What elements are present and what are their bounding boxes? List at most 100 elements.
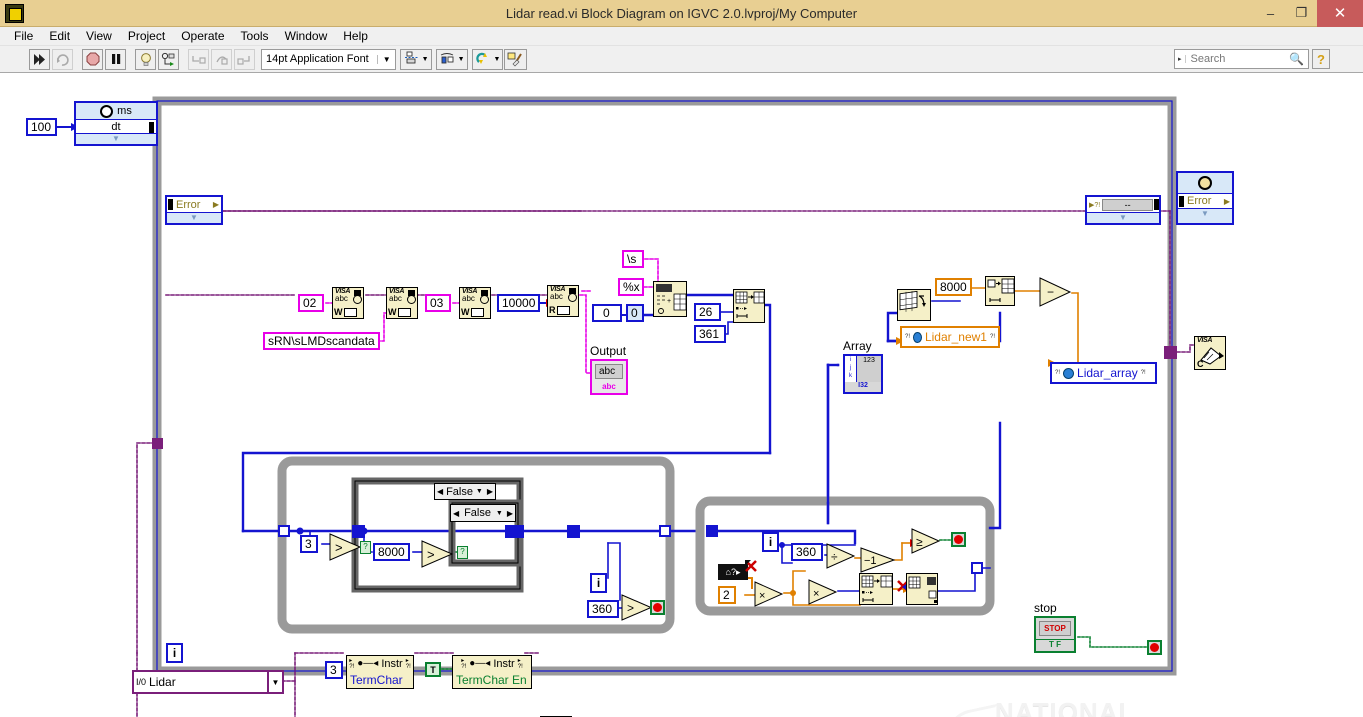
compare-constant-3[interactable]: 3: [300, 535, 318, 553]
visa-write-icon-3[interactable]: VISA abc W: [459, 287, 491, 319]
font-select[interactable]: 14pt Application Font ▼: [261, 48, 396, 70]
termchar-enable-constant[interactable]: T: [425, 662, 441, 677]
case-tunnel-4[interactable]: [511, 525, 524, 538]
loop2-stop-terminal[interactable]: [951, 532, 966, 547]
expand-chevron-icon[interactable]: ▼: [167, 213, 221, 222]
case-next-arrow-icon[interactable]: ▶: [505, 509, 515, 518]
loop2-multiply-constant[interactable]: 2: [718, 586, 736, 604]
case-tunnel-3[interactable]: [567, 525, 580, 538]
termchar-constant[interactable]: 3: [325, 661, 343, 679]
reorder-icon[interactable]: ▼: [471, 48, 504, 70]
loop2-divide-constant[interactable]: 360: [791, 543, 823, 561]
abort-execution-icon[interactable]: [82, 48, 103, 70]
visa-resource-control[interactable]: I/0 Lidar ▼: [132, 670, 284, 694]
step-over-icon[interactable]: [211, 48, 232, 70]
menu-item-view[interactable]: View: [78, 28, 120, 44]
menu-item-tools[interactable]: Tools: [233, 28, 277, 44]
expand-chevron-icon[interactable]: ▼: [1178, 209, 1232, 218]
replace-array-subset-node[interactable]: [906, 573, 938, 605]
stop-bool-type: T F: [1036, 639, 1074, 649]
period-constant[interactable]: 100: [26, 118, 57, 136]
run-continuously-icon[interactable]: [52, 48, 73, 70]
case-dropdown-icon[interactable]: ▼: [474, 488, 485, 495]
dt-label: dt: [111, 120, 121, 133]
stop-button-face[interactable]: STOP: [1039, 621, 1071, 636]
loop1-limit-constant[interactable]: 360: [587, 600, 619, 618]
retain-wire-values-icon[interactable]: [158, 48, 179, 70]
loop2-tunnel-right[interactable]: [971, 562, 983, 574]
case-selector-inner[interactable]: ◀ False ▼ ▶: [450, 504, 516, 522]
clean-up-diagram-icon[interactable]: [504, 48, 528, 70]
case-selector-terminal-1[interactable]: ?: [360, 541, 371, 554]
block-diagram-canvas[interactable]: 100 ms dt ▼ Error ▶ ▼ ▶?! -- ▼ Error ▶ ▼…: [0, 73, 1363, 717]
command-constant-02[interactable]: 02: [298, 294, 324, 312]
context-help-icon[interactable]: ?: [1312, 49, 1330, 69]
initialize-array-node[interactable]: [985, 276, 1015, 306]
stop-button-control[interactable]: STOP T F: [1034, 616, 1076, 653]
read-byte-count[interactable]: 10000: [497, 294, 541, 312]
property-node-termchar-en[interactable]: ▸?! ●—◂ Instr ▸?! TermChar En: [452, 655, 532, 689]
command-constant-03[interactable]: 03: [425, 294, 451, 312]
main-loop-stop-terminal[interactable]: [1147, 640, 1162, 655]
menu-item-edit[interactable]: Edit: [41, 28, 78, 44]
scan-command-string[interactable]: sRN\sLMDscandata: [263, 332, 380, 350]
loop1-tunnel-right[interactable]: [659, 525, 671, 537]
search-icon[interactable]: 🔍: [1289, 52, 1308, 66]
align-objects-icon[interactable]: ▼: [399, 48, 432, 70]
case-next-arrow-icon[interactable]: ▶: [485, 487, 495, 496]
scale-constant-8000[interactable]: 8000: [935, 278, 972, 296]
menu-item-help[interactable]: Help: [335, 28, 376, 44]
restore-button[interactable]: ❐: [1286, 0, 1317, 27]
minimize-button[interactable]: –: [1255, 0, 1286, 27]
sv-pq-icon: ?!: [1140, 370, 1146, 376]
menu-item-project[interactable]: Project: [120, 28, 173, 44]
subset-offset-constant[interactable]: 26: [694, 303, 721, 321]
array-indicator[interactable]: i j k 123 I32: [843, 354, 883, 394]
step-out-icon[interactable]: [234, 48, 255, 70]
chevron-down-icon[interactable]: ▼: [267, 672, 282, 692]
expand-chevron-icon[interactable]: ▼: [76, 134, 156, 143]
index-constant-b[interactable]: 0: [626, 304, 644, 322]
property-node-termchar[interactable]: ▸?! ●—◂ Instr ▸?! TermChar: [346, 655, 414, 689]
menu-item-window[interactable]: Window: [277, 28, 336, 44]
timed-loop-right-node[interactable]: ▶?! -- ▼: [1085, 195, 1161, 225]
loop1-stop-terminal[interactable]: [650, 600, 665, 615]
timed-loop-config-node[interactable]: ms dt ▼: [74, 101, 158, 146]
search-input[interactable]: ▸ Search 🔍: [1174, 49, 1309, 69]
output-indicator[interactable]: abc abc: [590, 359, 628, 395]
error-out-node[interactable]: Error ▶ ▼: [1176, 171, 1234, 225]
spreadsheet-string-to-array-node[interactable]: +: [653, 281, 687, 317]
case-tunnel-1[interactable]: [352, 525, 365, 538]
run-arrow-icon[interactable]: [29, 48, 50, 70]
array-size-node[interactable]: [897, 289, 931, 321]
loop1-tunnel-left[interactable]: [278, 525, 290, 537]
case-selector-terminal-2[interactable]: ?: [457, 546, 468, 559]
visa-write-icon-1[interactable]: VISA abc W: [332, 287, 364, 319]
expand-chevron-icon[interactable]: ▼: [1087, 213, 1159, 222]
shared-variable-lidar-new1[interactable]: ?! Lidar_new1 ?!: [900, 326, 1000, 348]
pause-icon[interactable]: [105, 48, 126, 70]
distribute-objects-icon[interactable]: ▼: [435, 48, 468, 70]
highlight-execution-icon[interactable]: [135, 48, 156, 70]
case-dropdown-icon[interactable]: ▼: [494, 510, 505, 517]
inner-constant-8000[interactable]: 8000: [373, 543, 410, 561]
subset-length-constant[interactable]: 361: [694, 325, 726, 343]
close-button[interactable]: ✕: [1317, 0, 1363, 27]
visa-resource-name: Lidar: [149, 675, 176, 689]
visa-close-icon[interactable]: VISA C: [1194, 336, 1226, 370]
separator-constant[interactable]: \s: [622, 250, 644, 268]
case-prev-arrow-icon[interactable]: ◀: [435, 487, 445, 496]
shared-variable-lidar-array[interactable]: ?! Lidar_array ?!: [1050, 362, 1157, 384]
index-constant-a[interactable]: 0: [592, 304, 622, 322]
case-prev-arrow-icon[interactable]: ◀: [451, 509, 461, 518]
step-into-icon[interactable]: [188, 48, 209, 70]
array-subset-node[interactable]: [733, 289, 765, 323]
loop2-array-subset-node[interactable]: [859, 573, 893, 605]
menu-item-operate[interactable]: Operate: [173, 28, 232, 44]
error-in-node[interactable]: Error ▶ ▼: [165, 195, 223, 225]
visa-read-icon[interactable]: VISA abc R: [547, 285, 579, 317]
format-constant[interactable]: %x: [618, 278, 644, 296]
case-selector-outer[interactable]: ◀ False ▼ ▶: [434, 483, 496, 500]
visa-write-icon-2[interactable]: VISA abc W: [386, 287, 418, 319]
menu-item-file[interactable]: File: [6, 28, 41, 44]
